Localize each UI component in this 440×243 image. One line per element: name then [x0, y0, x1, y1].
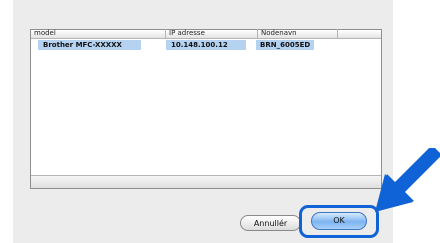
- column-header-model[interactable]: model: [31, 29, 165, 38]
- cell-ip-address: 10.148.100.12: [166, 40, 246, 50]
- pointer-arrow-icon: [375, 148, 440, 212]
- table-header: model IP adresse Nodenavn: [31, 29, 381, 39]
- cell-model: Brother MFC-XXXXX: [38, 40, 141, 50]
- column-header-ip[interactable]: IP adresse: [165, 29, 257, 38]
- cancel-button[interactable]: Annullér: [240, 215, 301, 231]
- ok-button[interactable]: OK: [311, 212, 367, 230]
- horizontal-scrollbar[interactable]: [31, 175, 381, 188]
- printer-list[interactable]: model IP adresse Nodenavn Brother MFC-XX…: [30, 29, 382, 189]
- column-header-empty: [337, 29, 381, 38]
- cell-nodename: BRN_6005ED: [256, 40, 314, 50]
- column-header-nodename[interactable]: Nodenavn: [257, 29, 337, 38]
- table-row[interactable]: Brother MFC-XXXXX 10.148.100.12 BRN_6005…: [31, 40, 381, 50]
